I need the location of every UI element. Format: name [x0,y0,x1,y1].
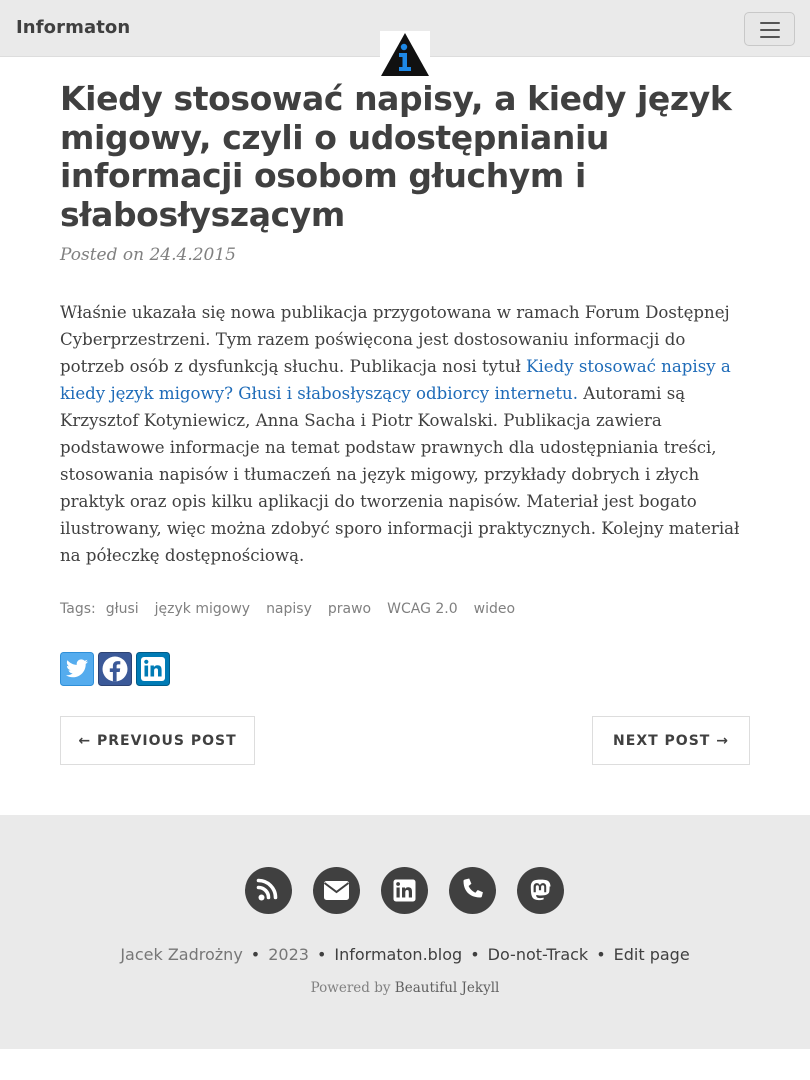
site-logo[interactable] [380,31,430,77]
post-meta-date: Posted on 24.4.2015 [60,245,236,265]
email-link[interactable] [313,867,360,914]
hamburger-menu-icon-bar [760,36,780,38]
footer-separator: • [316,945,327,964]
rss-icon [256,878,278,901]
footer-author: Jacek Zadrożny [120,945,243,964]
footer-social-links [245,867,564,914]
facebook-icon [98,652,132,686]
linkedin-icon [393,879,416,902]
linkedin-icon [136,652,170,686]
footer-dnt-link[interactable]: Do-not-Track [488,945,589,964]
share-twitter-button[interactable] [60,652,94,686]
brand-link[interactable]: Informaton [16,17,130,38]
menu-toggle-button[interactable] [744,12,795,46]
footer-separator: • [596,945,606,964]
linkedin-profile-link[interactable] [381,867,428,914]
phone-link[interactable] [449,867,496,914]
hamburger-menu-icon [760,22,780,24]
post-body-text-cont: Autorami są Krzysztof Kotyniewicz, Anna … [60,384,740,565]
tag-link[interactable]: głusi [106,601,139,617]
info-triangle-logo-icon [381,33,429,76]
envelope-icon [323,881,350,900]
tag-link[interactable]: prawo [328,601,371,617]
tag-link[interactable]: wideo [474,601,515,617]
footer-separator: • [250,945,261,964]
hamburger-menu-icon-bar [760,29,780,31]
post-tags: Tags: głusi język migowy napisy prawo WC… [60,601,531,617]
footer-edit-page-link[interactable]: Edit page [614,945,690,964]
tag-link[interactable]: WCAG 2.0 [387,601,458,617]
footer-year: 2023 [268,945,309,964]
next-post-button[interactable]: NEXT POST → [592,716,750,765]
twitter-icon [60,652,94,686]
mastodon-icon [530,879,551,901]
footer-site-link[interactable]: Informaton.blog [334,945,462,964]
beautiful-jekyll-link[interactable]: Beautiful Jekyll [395,980,500,996]
post-title: Kiedy stosować napisy, a kiedy język mig… [60,79,732,234]
footer-separator: • [470,945,480,964]
share-buttons [60,652,170,686]
share-facebook-button[interactable] [98,652,132,686]
powered-by: Powered by Beautiful Jekyll [0,980,810,996]
powered-by-prefix: Powered by [310,980,395,996]
footer-credits: Jacek Zadrożny • 2023 • Informaton.blog • Do-n… [0,945,810,964]
footer: Jacek Zadrożny • 2023 • Informaton.blog • Do-n… [0,815,810,1049]
previous-post-button[interactable]: ← PREVIOUS POST [60,716,255,765]
mastodon-link[interactable] [517,867,564,914]
tag-link[interactable]: język migowy [155,601,250,617]
rss-link[interactable] [245,867,292,914]
phone-icon [463,878,483,898]
tags-label: Tags: [60,601,96,617]
post-body: Właśnie ukazała się nowa publikacja przy… [60,299,750,569]
tag-link[interactable]: napisy [266,601,312,617]
share-linkedin-button[interactable] [136,652,170,686]
